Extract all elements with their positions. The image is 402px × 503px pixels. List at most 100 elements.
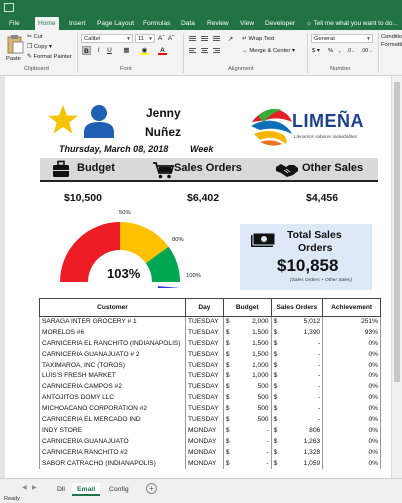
decrease-decimal-button[interactable]: .00→ — [361, 47, 373, 55]
cell-achievement[interactable]: 0% — [322, 370, 381, 382]
align-top-icon[interactable] — [188, 35, 197, 44]
cell-sales-orders[interactable]: $1,328 — [270, 447, 324, 459]
cell-day[interactable]: TUESDAY — [184, 316, 224, 328]
font-size-select[interactable]: 11 ▼ — [135, 34, 155, 43]
align-right-icon[interactable] — [212, 47, 221, 56]
cell-day[interactable]: MONDAY — [184, 436, 224, 448]
cell-day[interactable]: MONDAY — [184, 425, 224, 437]
align-middle-icon[interactable] — [200, 35, 209, 44]
tab-developer[interactable]: Developer — [262, 17, 298, 30]
italic-button[interactable]: I — [94, 46, 103, 55]
cell-day[interactable]: MONDAY — [184, 458, 224, 469]
table-row[interactable]: CARNICERIA RANCHITO #2 MONDAY $ - $1,328 0% — [39, 447, 381, 459]
cell-customer[interactable]: CARNICERIA EL MERCADO IND — [39, 414, 186, 426]
merge-center-button[interactable]: ↔ Merge & Center ▾ — [242, 47, 295, 55]
decrease-font-icon[interactable]: Aˇ — [168, 35, 174, 43]
cell-sales-orders[interactable]: $806 — [270, 425, 324, 437]
percent-button[interactable]: % — [328, 47, 333, 55]
currency-button[interactable]: $ ▾ — [312, 47, 320, 55]
cell-sales-orders[interactable]: $ - — [270, 414, 324, 426]
tab-page-layout[interactable]: Page Layout — [94, 17, 137, 30]
tab-insert[interactable]: Insert — [66, 17, 89, 30]
cell-day[interactable]: TUESDAY — [184, 338, 224, 350]
tab-scroll-left-icon[interactable]: ◀ — [22, 484, 27, 491]
sheet-tab-dll[interactable]: Dll — [52, 483, 70, 496]
table-row[interactable]: ANTOJITOS DOMY LLC TUESDAY $500 $ -0% — [39, 392, 381, 404]
cell-achievement[interactable]: 0% — [322, 414, 381, 426]
fill-color-icon[interactable]: ◉ — [140, 46, 149, 55]
cell-achievement[interactable]: 0% — [322, 425, 381, 437]
add-sheet-icon[interactable]: + — [146, 483, 157, 494]
cell-achievement[interactable]: 251% — [322, 316, 381, 328]
borders-icon[interactable]: ▦ — [122, 46, 131, 55]
cell-customer[interactable]: INDY STORE — [39, 425, 186, 437]
table-row[interactable]: CARNICERIA CAMPOS #2 TUESDAY $500 $ -0% — [39, 381, 381, 393]
format-painter-button[interactable]: ✎ Format Painter — [27, 53, 72, 61]
align-bottom-icon[interactable] — [212, 35, 221, 44]
cut-button[interactable]: ✂ Cut — [27, 33, 43, 41]
cell-customer[interactable]: CARNICERIA GUANAJUATO — [39, 436, 186, 448]
cell-sales-orders[interactable]: $ - — [270, 349, 324, 361]
cell-day[interactable]: TUESDAY — [184, 349, 224, 361]
cell-customer[interactable]: CARNICERIA EL RANCHITO (INDIANAPOLIS) — [39, 338, 186, 350]
cell-customer[interactable]: CARNICERIA CAMPOS #2 — [39, 381, 186, 393]
conditional-formatting-button[interactable]: Conditional Formatting — [381, 33, 402, 49]
cell-budget[interactable]: $1,500 — [222, 349, 272, 361]
table-row[interactable]: TAXIMAROA, INC (TOROS) TUESDAY $1,000 $ -0% — [39, 360, 381, 371]
cell-day[interactable]: TUESDAY — [184, 370, 224, 382]
tab-scroll-right-icon[interactable]: ▶ — [32, 484, 37, 491]
tab-view[interactable]: View — [237, 17, 257, 30]
table-row[interactable]: LUIS'S FRESH MARKET TUESDAY $1,000 $ -0% — [39, 370, 381, 382]
table-row[interactable]: CARNICERIA EL MERCADO IND TUESDAY $500 $ -0% — [39, 414, 381, 426]
tab-data[interactable]: Data — [178, 17, 198, 30]
cell-customer[interactable]: CARNICERIA GUANAJUATO # 2 — [39, 349, 186, 361]
cell-sales-orders[interactable]: $ - — [270, 381, 324, 393]
cell-achievement[interactable]: 93% — [322, 327, 381, 339]
comma-button[interactable]: , — [339, 47, 341, 55]
cell-sales-orders[interactable]: $5,012 — [270, 316, 324, 328]
increase-font-icon[interactable]: Aˆ — [158, 35, 165, 43]
cell-achievement[interactable]: 0% — [322, 403, 381, 415]
paste-button[interactable]: Paste — [6, 55, 21, 63]
number-format-select[interactable]: General ▼ — [311, 34, 373, 43]
cell-sales-orders[interactable]: $1,263 — [270, 436, 324, 448]
cell-customer[interactable]: TAXIMAROA, INC (TOROS) — [39, 360, 186, 371]
cell-sales-orders[interactable]: $ - — [270, 338, 324, 350]
cell-customer[interactable]: SABOR CATRACHO (INDIANAPOLIS) — [39, 458, 186, 469]
cell-day[interactable]: MONDAY — [184, 447, 224, 459]
cell-achievement[interactable]: 0% — [322, 392, 381, 404]
cell-sales-orders[interactable]: $1,059 — [270, 458, 324, 469]
cell-customer[interactable]: SARAGA INTER GROCERY # 1 — [39, 316, 186, 328]
wrap-text-button[interactable]: ↵ Wrap Text — [242, 35, 274, 43]
cell-budget[interactable]: $500 — [222, 381, 272, 393]
table-row[interactable]: CARNICERIA GUANAJUATO # 2 TUESDAY $1,500 $ -… — [39, 349, 381, 361]
cell-budget[interactable]: $1,500 — [222, 327, 272, 339]
cell-budget[interactable]: $500 — [222, 414, 272, 426]
cell-customer[interactable]: MICHOACANO CORPORATION #2 — [39, 403, 186, 415]
align-center-icon[interactable] — [200, 47, 209, 56]
increase-decimal-button[interactable]: .0← — [347, 47, 356, 55]
cell-budget[interactable]: $ - — [222, 425, 272, 437]
cell-achievement[interactable]: 0% — [322, 447, 381, 459]
cell-day[interactable]: TUESDAY — [184, 403, 224, 415]
cell-customer[interactable]: LUIS'S FRESH MARKET — [39, 370, 186, 382]
cell-budget[interactable]: $ - — [222, 436, 272, 448]
tab-review[interactable]: Review — [204, 17, 232, 30]
table-row[interactable]: MICHOACANO CORPORATION #2 TUESDAY $500 $ -0% — [39, 403, 381, 415]
cell-sales-orders[interactable]: $ - — [270, 392, 324, 404]
table-row[interactable]: CARNICERIA GUANAJUATO MONDAY $ - $1,263 0% — [39, 436, 381, 448]
tab-home[interactable]: Home — [35, 17, 59, 30]
cell-customer[interactable]: ANTOJITOS DOMY LLC — [39, 392, 186, 404]
cell-budget[interactable]: $1,500 — [222, 338, 272, 350]
table-row[interactable]: MORELOS #6 TUESDAY $1,500 $1,390 93% — [39, 327, 381, 339]
cell-budget[interactable]: $500 — [222, 403, 272, 415]
table-row[interactable]: CARNICERIA EL RANCHITO (INDIANAPOLIS) TUE… — [39, 338, 381, 350]
cell-achievement[interactable]: 0% — [322, 360, 381, 371]
table-row[interactable]: SARAGA INTER GROCERY # 1 TUESDAY $2,000 $5,… — [39, 316, 381, 328]
orientation-icon[interactable]: ↗ — [226, 35, 235, 44]
cell-sales-orders[interactable]: $ - — [270, 370, 324, 382]
cell-achievement[interactable]: 0% — [322, 436, 381, 448]
cell-achievement[interactable]: 0% — [322, 349, 381, 361]
font-name-select[interactable]: Calibri ▼ — [81, 34, 133, 43]
tell-me-box[interactable]: ☼ Tell me what you want to do... — [306, 17, 398, 30]
